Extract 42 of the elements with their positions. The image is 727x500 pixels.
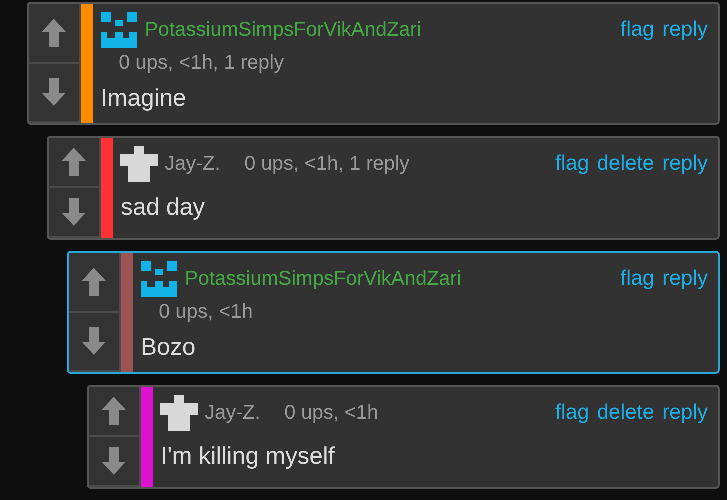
comment-text: Imagine — [101, 85, 188, 113]
down-arrow-icon — [81, 326, 107, 356]
block-avatar-icon — [139, 259, 179, 299]
upvote-button[interactable] — [89, 387, 141, 437]
upvote-button[interactable] — [29, 4, 81, 64]
upvote-button[interactable] — [49, 138, 101, 188]
comment-action-link[interactable]: flag — [555, 401, 590, 425]
up-arrow-icon — [61, 147, 87, 177]
comment-meta: 0 ups, <1h — [159, 301, 254, 324]
comment-meta: 0 ups, <1h, 1 reply — [119, 52, 286, 75]
downvote-button[interactable] — [49, 188, 101, 238]
comment-action-link[interactable]: delete — [597, 152, 654, 176]
up-arrow-icon — [101, 396, 127, 426]
username[interactable]: Jay-Z. — [165, 152, 221, 176]
block-avatar-icon — [99, 10, 139, 50]
comment-meta: 0 ups, <1h — [284, 402, 379, 424]
username[interactable]: PotassiumSimpsForVikAndZari — [185, 268, 462, 290]
up-arrow-icon — [41, 18, 67, 48]
down-arrow-icon — [101, 446, 127, 476]
upvote-button[interactable] — [69, 253, 121, 312]
comment-action-link[interactable]: reply — [662, 152, 708, 176]
down-arrow-icon — [41, 77, 67, 108]
comment-action-link[interactable]: flag — [555, 152, 590, 176]
comment-meta: 0 ups, <1h, 1 reply — [244, 152, 410, 176]
comment-action-link[interactable]: reply — [662, 401, 708, 425]
downvote-button[interactable] — [69, 312, 121, 372]
up-arrow-icon — [81, 266, 107, 297]
comment-action-link[interactable]: delete — [597, 401, 654, 425]
comment-action-link[interactable]: reply — [662, 18, 708, 42]
comment-action-link[interactable]: reply — [662, 267, 708, 291]
comment-text: I'm killing myself — [161, 443, 336, 471]
comment-text: sad day — [121, 194, 206, 222]
username[interactable]: Jay-Z. — [205, 402, 261, 424]
shirt-avatar-icon — [159, 393, 199, 433]
downvote-button[interactable] — [89, 437, 141, 487]
comment-action-link[interactable]: flag — [620, 267, 654, 291]
down-arrow-icon — [61, 197, 87, 227]
comment-text: Bozo — [141, 334, 197, 362]
downvote-button[interactable] — [29, 64, 81, 123]
username[interactable]: PotassiumSimpsForVikAndZari — [145, 18, 422, 42]
shirt-avatar-icon — [119, 144, 159, 184]
comment-action-link[interactable]: flag — [620, 18, 654, 42]
